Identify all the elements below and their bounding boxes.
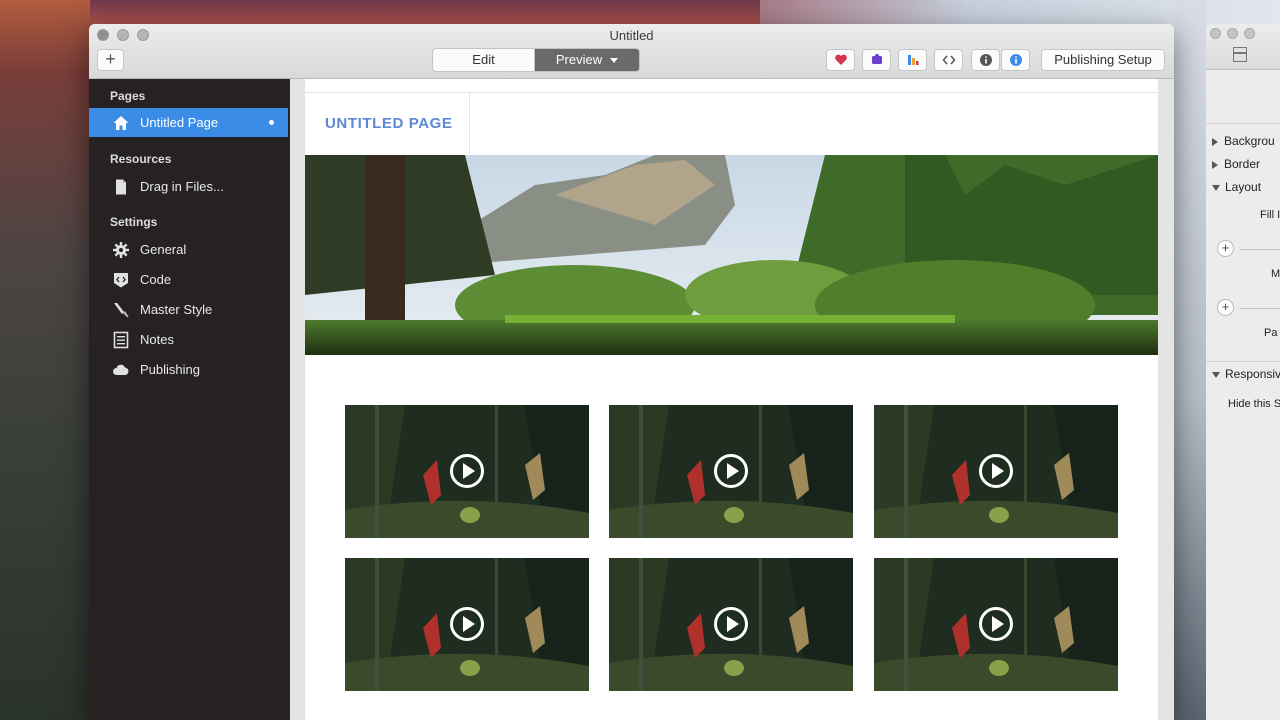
window-title: Untitled bbox=[609, 28, 654, 43]
add-padding-button[interactable]: + bbox=[1217, 299, 1234, 316]
preview-label: Preview bbox=[555, 52, 603, 67]
edit-button[interactable]: Edit bbox=[433, 49, 535, 71]
inspector-window: Backgrou Border Layout Fill I + M + Pa R… bbox=[1206, 24, 1280, 720]
info-icon bbox=[979, 54, 992, 66]
sidebar-item-code[interactable]: Code bbox=[89, 265, 288, 294]
gear-icon bbox=[112, 241, 130, 259]
unsaved-dot bbox=[269, 120, 274, 125]
preview-button[interactable]: Preview bbox=[535, 49, 639, 71]
play-icon[interactable] bbox=[979, 607, 1013, 641]
inspector-divider bbox=[1206, 123, 1280, 124]
file-icon bbox=[112, 178, 130, 196]
info-blue-icon bbox=[1009, 54, 1022, 66]
layout-section[interactable]: Layout bbox=[1212, 180, 1261, 194]
video-thumbnail[interactable] bbox=[345, 558, 589, 691]
inspector-titlebar bbox=[1206, 24, 1280, 70]
page-preview: UNTITLED PAGE bbox=[305, 79, 1158, 720]
notes-icon bbox=[112, 331, 130, 349]
sidebar-item-general[interactable]: General bbox=[89, 235, 288, 264]
play-icon[interactable] bbox=[450, 454, 484, 488]
sidebar-item-label: Publishing bbox=[140, 362, 200, 377]
video-thumbnail[interactable] bbox=[874, 558, 1118, 691]
inspector-zoom-button[interactable] bbox=[1244, 28, 1255, 39]
add-page-button[interactable]: + bbox=[97, 49, 124, 71]
page-title[interactable]: UNTITLED PAGE bbox=[325, 115, 453, 132]
border-section[interactable]: Border bbox=[1212, 157, 1260, 171]
video-thumbnail[interactable] bbox=[609, 405, 853, 538]
puzzle-icon bbox=[871, 54, 882, 64]
desktop-wallpaper-strip bbox=[1174, 0, 1206, 720]
favorites-button[interactable] bbox=[826, 49, 855, 71]
inspector-minimize-button[interactable] bbox=[1227, 28, 1238, 39]
play-icon[interactable] bbox=[714, 607, 748, 641]
fill-label: Fill I bbox=[1260, 209, 1280, 221]
padding-separator bbox=[1240, 308, 1280, 309]
settings-heading: Settings bbox=[110, 215, 158, 229]
banner-image bbox=[305, 155, 1158, 355]
desktop-wallpaper bbox=[0, 0, 90, 720]
sidebar-item-untitled-page[interactable]: Untitled Page bbox=[89, 108, 288, 137]
pages-heading: Pages bbox=[110, 89, 146, 103]
sidebar-item-publishing[interactable]: Publishing bbox=[89, 355, 288, 384]
add-margin-button[interactable]: + bbox=[1217, 240, 1234, 257]
play-icon[interactable] bbox=[714, 454, 748, 488]
resources-heading: Resources bbox=[110, 152, 172, 166]
sidebar-item-label: Master Style bbox=[140, 302, 213, 317]
page-canvas: UNTITLED PAGE bbox=[290, 79, 1174, 720]
border-section-label: Border bbox=[1224, 157, 1261, 171]
publishing-setup-button[interactable]: Publishing Setup bbox=[1041, 49, 1165, 71]
play-icon[interactable] bbox=[450, 607, 484, 641]
sidebar-item-label: General bbox=[140, 242, 187, 257]
chevron-down-icon bbox=[610, 58, 619, 64]
sidebar-item-label: Notes bbox=[140, 332, 174, 347]
theme-icon bbox=[907, 55, 918, 65]
inspector-close-button[interactable] bbox=[1210, 28, 1221, 39]
sidebar-item-master-style[interactable]: Master Style bbox=[89, 295, 288, 324]
theme-button[interactable] bbox=[898, 49, 927, 71]
sidebar-item-drag-in-files[interactable]: Drag in Files... bbox=[89, 172, 288, 201]
padding-label: Pa bbox=[1264, 327, 1278, 339]
margin-label: M bbox=[1271, 268, 1280, 280]
layout-inspector-icon[interactable] bbox=[1233, 47, 1247, 62]
background-section[interactable]: Backgrou bbox=[1212, 134, 1275, 148]
responsive-section-label: Responsiv bbox=[1225, 367, 1280, 381]
sidebar-item-label: Untitled Page bbox=[140, 115, 219, 130]
background-section-label: Backgrou bbox=[1224, 134, 1275, 148]
sidebar-item-label: Drag in Files... bbox=[140, 179, 224, 194]
layout-section-label: Layout bbox=[1225, 180, 1262, 194]
video-thumbnail[interactable] bbox=[874, 405, 1118, 538]
titlebar: Untitled + Edit Preview Publishing Setup bbox=[89, 24, 1174, 79]
video-thumbnail[interactable] bbox=[609, 558, 853, 691]
info-button[interactable] bbox=[971, 49, 1000, 71]
brush-icon bbox=[112, 301, 130, 319]
app-window: Untitled + Edit Preview Publishing Setup… bbox=[89, 24, 1174, 720]
hide-section-checkbox-label[interactable]: Hide this S bbox=[1228, 398, 1280, 410]
inspector-divider bbox=[1206, 361, 1280, 362]
code-badge-icon bbox=[112, 271, 130, 289]
code-icon bbox=[942, 55, 955, 65]
sidebar-item-notes[interactable]: Notes bbox=[89, 325, 288, 354]
home-icon bbox=[112, 114, 130, 132]
margin-separator bbox=[1240, 249, 1280, 250]
responsive-section[interactable]: Responsiv bbox=[1212, 367, 1280, 381]
cloud-icon bbox=[112, 361, 130, 379]
video-thumbnail[interactable] bbox=[345, 405, 589, 538]
disclosure-right-icon bbox=[1212, 160, 1218, 169]
play-icon[interactable] bbox=[979, 454, 1013, 488]
disclosure-down-icon bbox=[1212, 371, 1220, 378]
disclosure-down-icon bbox=[1212, 184, 1220, 191]
sidebar-item-label: Code bbox=[140, 272, 172, 287]
plugins-button[interactable] bbox=[862, 49, 891, 71]
sidebar: Pages Untitled Page Resources Drag in Fi… bbox=[89, 79, 290, 720]
heart-icon bbox=[834, 54, 847, 65]
disclosure-right-icon bbox=[1212, 137, 1218, 146]
edit-preview-toggle: Edit Preview bbox=[432, 48, 640, 72]
page-info-button[interactable] bbox=[1001, 49, 1030, 71]
code-view-button[interactable] bbox=[934, 49, 963, 71]
